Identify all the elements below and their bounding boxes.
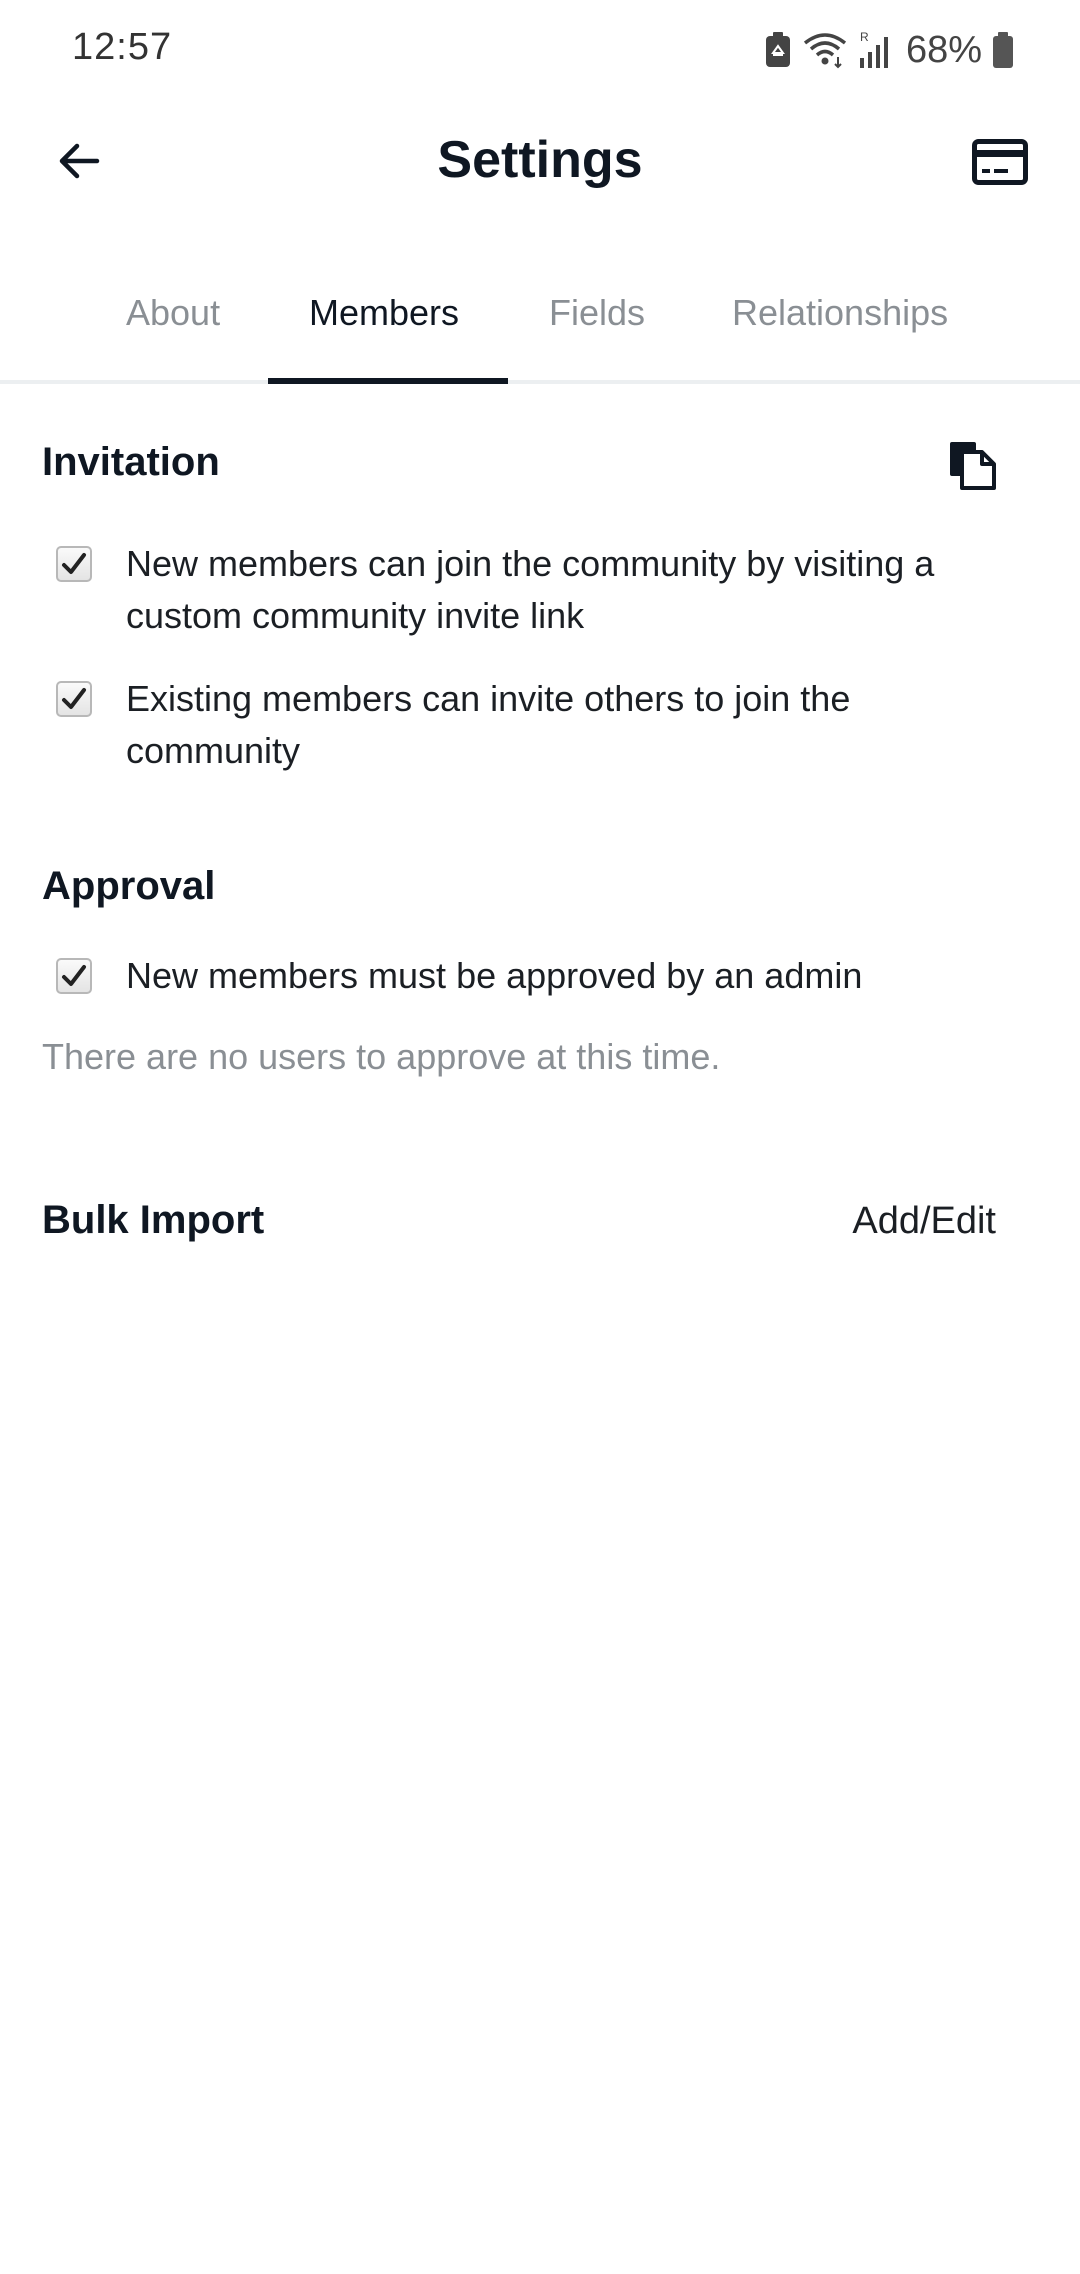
tab-bar: About Members Fields Relationships	[0, 262, 1080, 384]
tab-members[interactable]: Members	[309, 292, 459, 334]
approval-title: Approval	[42, 864, 216, 908]
member-invite-option: Existing members can invite others to jo…	[42, 673, 1002, 777]
app-bar: Settings	[0, 110, 1080, 216]
credit-card-icon	[972, 138, 1028, 190]
admin-approval-option: New members must be approved by an admin	[42, 950, 1002, 1002]
battery-saver-icon	[764, 31, 792, 69]
tab-about[interactable]: About	[126, 292, 220, 334]
battery-percentage: 68%	[905, 28, 982, 71]
svg-text:R: R	[860, 30, 869, 44]
active-tab-indicator	[268, 378, 508, 384]
member-invite-option-label: Existing members can invite others to jo…	[126, 678, 851, 771]
bulk-import-title: Bulk Import	[42, 1198, 265, 1242]
status-bar: 12:57 R 68%	[0, 0, 1080, 100]
copy-icon	[948, 440, 998, 495]
invite-link-checkbox[interactable]	[56, 546, 92, 582]
status-icons: R 68%	[764, 24, 1014, 76]
invitation-title: Invitation	[42, 440, 220, 484]
invite-link-option: New members can join the community by vi…	[42, 538, 1002, 642]
checkmark-icon	[62, 553, 86, 574]
battery-icon	[992, 31, 1014, 69]
copy-invite-link-button[interactable]	[944, 438, 1002, 496]
tab-relationships[interactable]: Relationships	[732, 292, 948, 334]
checkmark-icon	[62, 688, 86, 709]
status-time: 12:57	[72, 26, 173, 68]
tab-fields[interactable]: Fields	[549, 292, 645, 334]
member-invite-checkbox[interactable]	[56, 681, 92, 717]
approval-empty-message: There are no users to approve at this ti…	[42, 1036, 721, 1077]
signal-icon: R	[858, 30, 892, 70]
admin-approval-checkbox[interactable]	[56, 958, 92, 994]
invite-link-option-label: New members can join the community by vi…	[126, 543, 935, 636]
wifi-icon	[802, 31, 848, 69]
billing-button[interactable]	[964, 134, 1036, 194]
page-title: Settings	[437, 131, 643, 189]
admin-approval-option-label: New members must be approved by an admin	[126, 955, 863, 996]
bulk-import-add-edit-button[interactable]: Add/Edit	[852, 1200, 996, 1243]
checkmark-icon	[62, 965, 86, 986]
